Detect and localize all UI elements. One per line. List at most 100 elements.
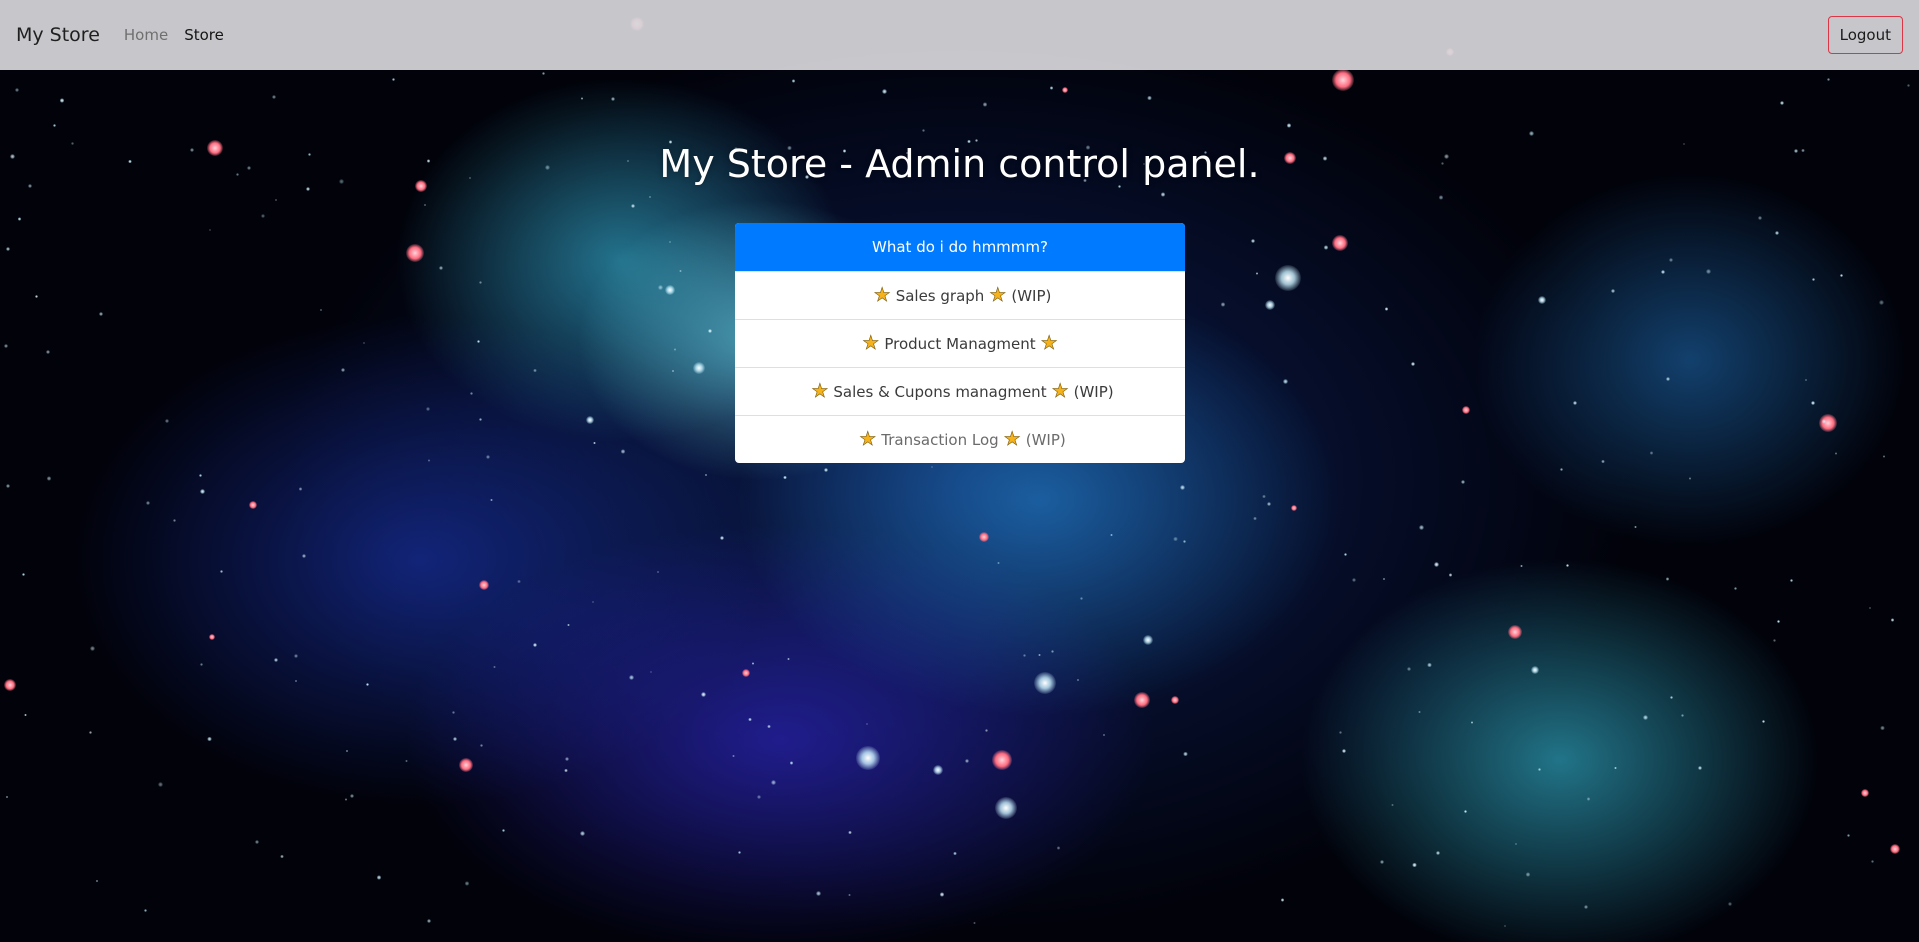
background-dust (478, 280, 482, 284)
background-star (1062, 87, 1068, 93)
background-dust (1344, 552, 1348, 556)
background-dust (452, 711, 455, 714)
background-dust (1448, 573, 1453, 577)
background-dust (579, 831, 585, 837)
background-dust (1147, 95, 1152, 101)
background-dust (24, 713, 27, 717)
background-dust (5, 247, 10, 252)
background-dust (486, 454, 490, 459)
background-dust (1182, 751, 1188, 757)
star-icon: ★ (1003, 428, 1021, 450)
background-dust (789, 761, 794, 765)
background-dust (964, 758, 970, 764)
background-dust (198, 473, 203, 478)
star-icon: ★ (1040, 332, 1058, 354)
nav-link-home[interactable]: Home (124, 26, 168, 44)
page-title: My Store - Admin control panel. (659, 142, 1260, 186)
background-dust (490, 499, 493, 502)
background-dust (629, 674, 635, 680)
background-dust (88, 731, 92, 735)
background-dust (1173, 536, 1178, 542)
background-dust (580, 97, 584, 100)
admin-menu-list: What do i do hmmmm? ★ Sales graph ★ (WIP… (735, 223, 1185, 463)
background-dust (787, 657, 790, 660)
background-dust (1665, 377, 1670, 382)
background-dust (668, 240, 672, 244)
menu-item-label: Sales graph (895, 286, 985, 305)
background-dust (1103, 734, 1106, 737)
background-dust (930, 466, 933, 469)
background-dust (673, 347, 677, 351)
background-dust (1255, 272, 1259, 275)
background-dust (1382, 577, 1386, 581)
logout-button[interactable]: Logout (1827, 16, 1903, 54)
background-dust (620, 448, 626, 454)
background-dust (982, 102, 988, 108)
background-dust (747, 717, 752, 722)
background-star (979, 532, 989, 542)
background-dust (272, 94, 277, 99)
background-dust (5, 484, 10, 489)
navbar-brand[interactable]: My Store (16, 24, 100, 46)
background-dust (848, 830, 852, 835)
background-sparkle (1034, 672, 1056, 694)
background-dust (340, 367, 346, 373)
background-dust (273, 658, 278, 662)
background-dust (1758, 216, 1762, 220)
background-dust (299, 487, 303, 491)
background-dust (1435, 851, 1440, 856)
background-dust (1890, 618, 1895, 622)
background-dust (1761, 720, 1765, 724)
background-dust (1460, 480, 1465, 485)
menu-item-product-management[interactable]: ★ Product Managment ★ (735, 319, 1185, 367)
background-dust (146, 500, 151, 505)
background-dust (452, 736, 457, 741)
background-dust (1262, 494, 1267, 499)
background-dust (1681, 714, 1685, 718)
background-dust (1650, 451, 1654, 455)
background-dust (1565, 563, 1570, 568)
background-dust (376, 875, 382, 880)
background-dust (1560, 467, 1564, 471)
background-dust (1697, 765, 1703, 771)
background-dust (720, 536, 724, 540)
background-dust (1076, 679, 1079, 682)
background-dust (301, 553, 306, 558)
background-dust (200, 488, 206, 494)
menu-item-transaction-log[interactable]: ★ Transaction Log ★ (WIP) (735, 415, 1185, 463)
background-sparkle (693, 362, 705, 374)
admin-menu-header[interactable]: What do i do hmmmm? (735, 223, 1185, 271)
menu-item-label: Product Managment (884, 334, 1036, 353)
background-dust (200, 663, 204, 667)
background-star (1462, 406, 1470, 414)
background-dust (1412, 862, 1417, 868)
background-dust (1538, 768, 1542, 772)
background-dust (649, 670, 652, 673)
background-dust (164, 418, 169, 423)
background-dust (1840, 274, 1843, 277)
menu-item-sales-graph[interactable]: ★ Sales graph ★ (WIP) (735, 271, 1185, 319)
menu-item-sales-coupons-management[interactable]: ★ Sales & Cupons managment ★ (WIP) (735, 367, 1185, 415)
background-dust (984, 728, 989, 733)
menu-item-suffix: (WIP) (1011, 286, 1052, 305)
background-dust (591, 601, 594, 604)
background-dust (707, 328, 712, 333)
background-dust (345, 749, 348, 753)
background-dust (1669, 258, 1674, 263)
background-dust (1379, 859, 1384, 864)
background-dust (1789, 579, 1793, 582)
nav-link-store[interactable]: Store (184, 26, 224, 44)
background-dust (939, 892, 944, 897)
background-dust (770, 780, 776, 785)
background-sparkle (1265, 300, 1275, 310)
background-dust (46, 350, 50, 354)
background-dust (144, 908, 148, 912)
background-dust (1643, 714, 1649, 720)
background-dust (349, 794, 354, 798)
background-dust (1878, 299, 1884, 305)
background-sparkle (1143, 635, 1153, 645)
background-dust (1520, 564, 1523, 568)
background-dust (255, 840, 259, 844)
background-dust (22, 573, 26, 577)
background-dust (294, 654, 299, 659)
